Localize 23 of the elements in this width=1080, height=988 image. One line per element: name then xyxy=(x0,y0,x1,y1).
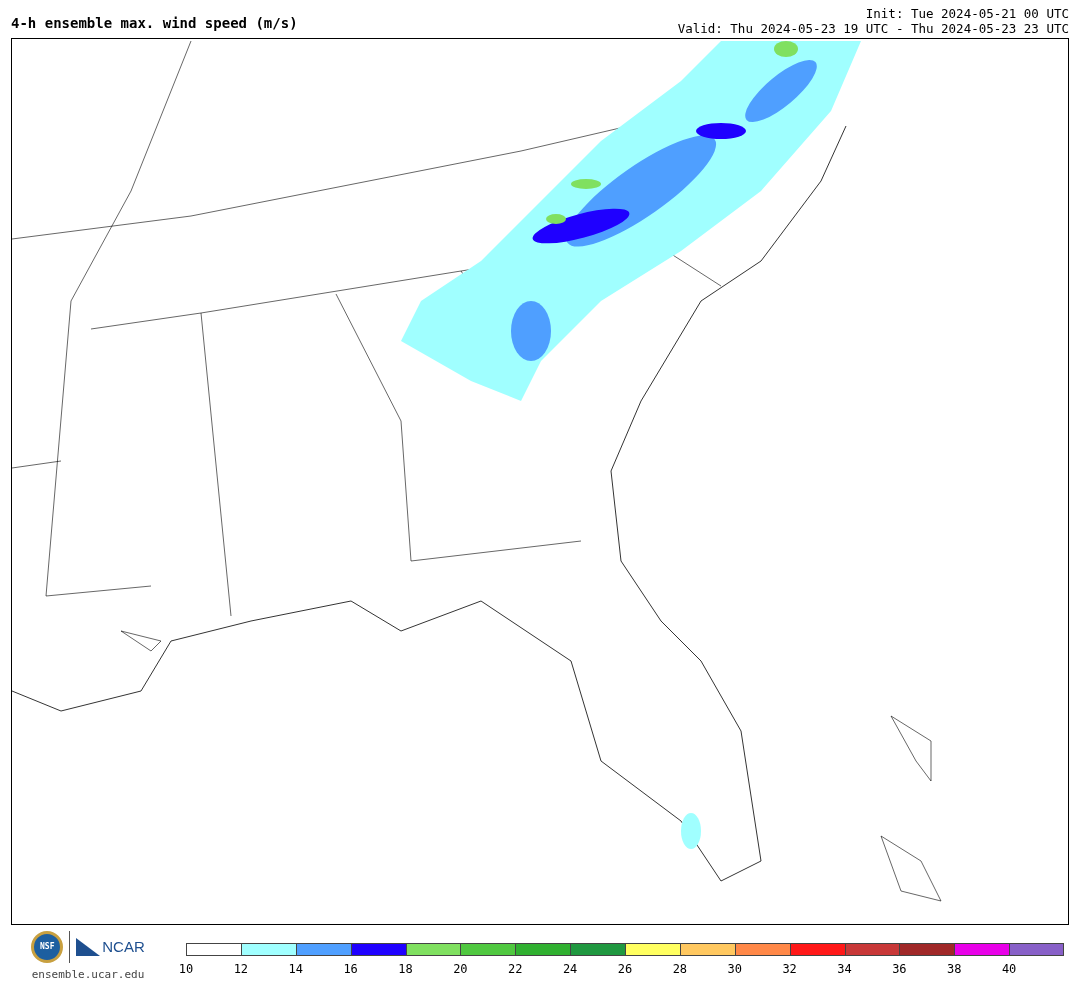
legend-label: 26 xyxy=(617,963,633,975)
legend-label: 28 xyxy=(672,963,688,975)
legend-label: 34 xyxy=(837,963,852,975)
ncar-logo: NCAR xyxy=(102,936,145,957)
chart-title: 4-h ensemble max. wind speed (m/s) xyxy=(11,16,298,33)
legend-label: 20 xyxy=(453,963,468,975)
legend-label: 18 xyxy=(398,963,413,975)
legend-label: 22 xyxy=(508,963,523,975)
legend-label: 10 xyxy=(178,963,194,975)
legend-label: 24 xyxy=(562,963,578,975)
init-time: Init: Tue 2024-05-21 00 UTC xyxy=(865,6,1069,21)
seal-logo: NSF xyxy=(31,931,64,963)
legend-label: 38 xyxy=(947,963,962,975)
legend-label: 12 xyxy=(233,963,249,975)
triangle-logo-icon xyxy=(76,938,101,956)
legend-label: 30 xyxy=(727,963,742,975)
legend-label: 36 xyxy=(892,963,907,975)
valid-time: Valid: Thu 2024-05-23 19 UTC - Thu 2024-05-23 23 UTC xyxy=(677,21,1069,36)
legend-label: 14 xyxy=(288,963,303,975)
site-url: ensemble.ucar.edu xyxy=(31,967,145,983)
legend-label: 16 xyxy=(343,963,358,975)
legend-label: 40 xyxy=(1001,963,1017,975)
legend-label: 32 xyxy=(782,963,797,975)
